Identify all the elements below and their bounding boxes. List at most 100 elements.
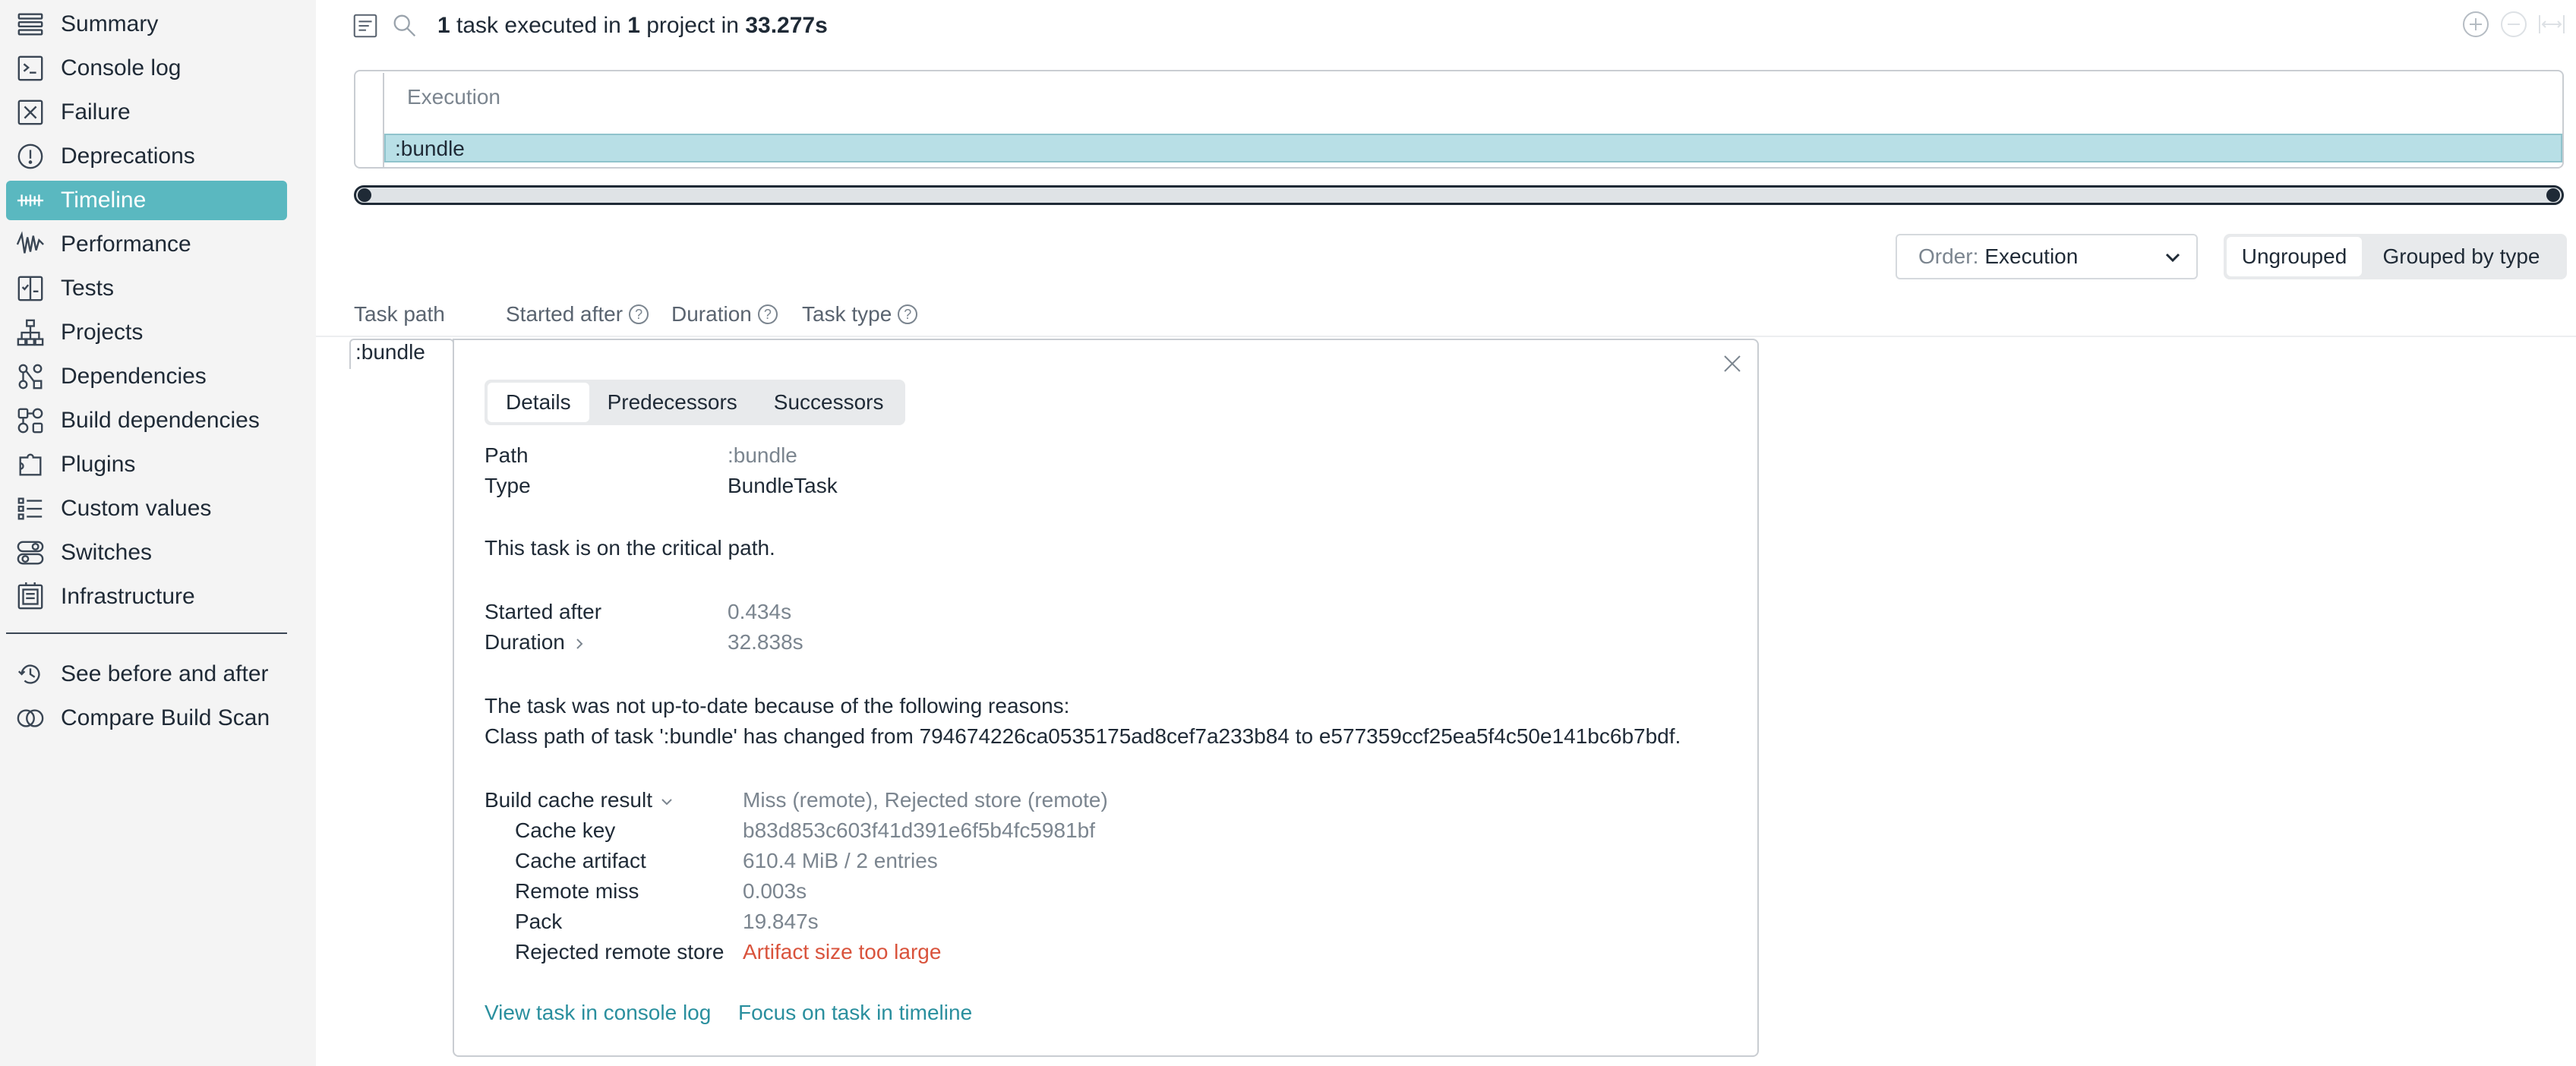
- sidebar-item-label: Switches: [61, 540, 153, 565]
- grouping-ungrouped-option[interactable]: Ungrouped: [2227, 237, 2362, 276]
- sidebar-item-build-dependencies[interactable]: Build dependencies: [6, 401, 287, 440]
- rejected-remote-store-label: Rejected remote store: [515, 940, 724, 964]
- type-label: Type: [485, 474, 531, 497]
- pack-label: Pack: [515, 910, 563, 933]
- sidebar-item-compare-build-scan[interactable]: Compare Build Scan: [6, 699, 287, 738]
- sidebar-item-switches[interactable]: Switches: [6, 533, 287, 572]
- sidebar-item-label: Tests: [61, 276, 115, 301]
- tab-details[interactable]: Details: [488, 383, 589, 422]
- sidebar-item-label: Summary: [61, 11, 159, 36]
- sidebar-item-label: Timeline: [61, 188, 147, 213]
- waveform-icon: [15, 229, 46, 260]
- sidebar-item-custom-values[interactable]: Custom values: [6, 489, 287, 528]
- main-content: 1 task executed in 1 project in 33.277s …: [316, 0, 2576, 1066]
- timeline-range-slider[interactable]: [354, 185, 2564, 205]
- custom-values-icon: [15, 494, 46, 524]
- sidebar-item-projects[interactable]: Projects: [6, 313, 287, 352]
- detail-tabs: Details Predecessors Successors: [485, 380, 905, 425]
- build-dependencies-icon: [15, 405, 46, 436]
- sidebar-item-summary[interactable]: Summary: [6, 5, 287, 44]
- task-row[interactable]: :bundle: [349, 339, 454, 369]
- terminal-icon: [15, 53, 46, 84]
- remote-miss-value: 0.003s: [743, 879, 807, 903]
- started-after-value: 0.434s: [728, 600, 792, 623]
- build-cache-result-expander[interactable]: Build cache result: [485, 788, 674, 812]
- search-icon[interactable]: [390, 11, 419, 40]
- sidebar-item-deprecations[interactable]: Deprecations: [6, 137, 287, 176]
- sidebar-item-infrastructure[interactable]: Infrastructure: [6, 577, 287, 617]
- help-icon[interactable]: ?: [757, 304, 778, 324]
- pack-value: 19.847s: [743, 910, 819, 933]
- timeline-chart: Execution :bundle: [354, 70, 2564, 169]
- sidebar-item-label: Plugins: [61, 452, 136, 477]
- duration-expander[interactable]: Duration: [485, 630, 586, 654]
- cache-key-label: Cache key: [515, 818, 616, 842]
- started-after-label: Started after: [485, 600, 602, 623]
- sidebar-item-label: Projects: [61, 320, 144, 345]
- timeline-task-bar[interactable]: :bundle: [384, 134, 2562, 162]
- timeline-lane: Execution :bundle: [383, 73, 2562, 167]
- tab-successors[interactable]: Successors: [756, 383, 902, 422]
- rejected-remote-store-value: Artifact size too large: [743, 940, 942, 964]
- help-icon[interactable]: ?: [629, 304, 649, 324]
- sidebar-item-label: Custom values: [61, 496, 212, 521]
- sidebar-item-label: See before and after: [61, 661, 269, 686]
- view-task-in-console-log-link[interactable]: View task in console log: [485, 1001, 711, 1025]
- build-summary-text: 1 task executed in 1 project in 33.277s: [437, 13, 828, 38]
- list-icon: [15, 9, 46, 39]
- test-icon: [15, 273, 46, 304]
- sidebar-item-console-log[interactable]: Console log: [6, 49, 287, 88]
- fit-width-icon[interactable]: [2537, 9, 2567, 39]
- sidebar-item-failure[interactable]: Failure: [6, 93, 287, 132]
- remote-miss-label: Remote miss: [515, 879, 639, 903]
- duration-value: 32.838s: [728, 630, 803, 654]
- sidebar-item-label: Build dependencies: [61, 408, 260, 433]
- cache-key-value: b83d853c603f41d391e6f5b4fc5981bf: [743, 818, 1095, 842]
- help-icon[interactable]: ?: [898, 304, 918, 324]
- path-label: Path: [485, 443, 529, 467]
- path-value: :bundle: [728, 443, 797, 467]
- task-detail-panel: Details Predecessors Successors Path :bu…: [453, 339, 1759, 1057]
- document-icon[interactable]: [351, 11, 380, 40]
- range-start-handle[interactable]: [358, 188, 371, 202]
- grouping-toggle: Ungrouped Grouped by type: [2224, 234, 2567, 279]
- close-icon[interactable]: [1719, 351, 1745, 377]
- history-icon: [15, 659, 46, 689]
- sidebar-item-dependencies[interactable]: Dependencies: [6, 357, 287, 396]
- sidebar-item-performance[interactable]: Performance: [6, 225, 287, 264]
- column-started-after[interactable]: Started after?: [506, 302, 649, 326]
- sidebar-item-see-before-and-after[interactable]: See before and after: [6, 654, 287, 694]
- column-task-path[interactable]: Task path: [354, 302, 445, 326]
- sidebar: Summary Console log Failure Deprecations…: [0, 0, 316, 1066]
- zoom-controls: [2461, 9, 2567, 39]
- range-end-handle[interactable]: [2546, 188, 2560, 202]
- sidebar-item-label: Dependencies: [61, 364, 207, 389]
- type-value: BundleTask: [728, 474, 838, 497]
- order-select[interactable]: Order: Execution: [1896, 234, 2198, 279]
- column-task-type[interactable]: Task type?: [802, 302, 918, 326]
- focus-on-task-in-timeline-link[interactable]: Focus on task in timeline: [738, 1001, 972, 1025]
- build-cache-result-value: Miss (remote), Rejected store (remote): [743, 788, 1108, 812]
- column-duration[interactable]: Duration?: [671, 302, 778, 326]
- zoom-in-icon[interactable]: [2461, 9, 2491, 39]
- alert-circle-icon: [15, 141, 46, 172]
- not-up-to-date-reason-detail: Class path of task ':bundle' has changed…: [485, 724, 1681, 748]
- sidebar-item-tests[interactable]: Tests: [6, 269, 287, 308]
- timeline-task-label: :bundle: [395, 137, 465, 160]
- sidebar-item-label: Console log: [61, 55, 182, 80]
- puzzle-icon: [15, 449, 46, 480]
- cache-artifact-value: 610.4 MiB / 2 entries: [743, 849, 938, 872]
- timeline-summary-bar: 1 task executed in 1 project in 33.277s: [351, 9, 828, 43]
- sidebar-item-timeline[interactable]: Timeline: [6, 181, 287, 220]
- chevron-down-icon: [661, 798, 672, 806]
- order-select-prefix: Order:: [1918, 244, 1979, 268]
- switches-icon: [15, 538, 46, 568]
- compare-icon: [15, 703, 46, 733]
- grouping-by-type-option[interactable]: Grouped by type: [2362, 237, 2561, 276]
- tab-predecessors[interactable]: Predecessors: [589, 383, 756, 422]
- not-up-to-date-reason-title: The task was not up-to-date because of t…: [485, 694, 1070, 718]
- zoom-out-icon[interactable]: [2499, 9, 2529, 39]
- sidebar-item-label: Deprecations: [61, 144, 195, 169]
- sidebar-item-plugins[interactable]: Plugins: [6, 445, 287, 484]
- sidebar-item-label: Failure: [61, 99, 131, 125]
